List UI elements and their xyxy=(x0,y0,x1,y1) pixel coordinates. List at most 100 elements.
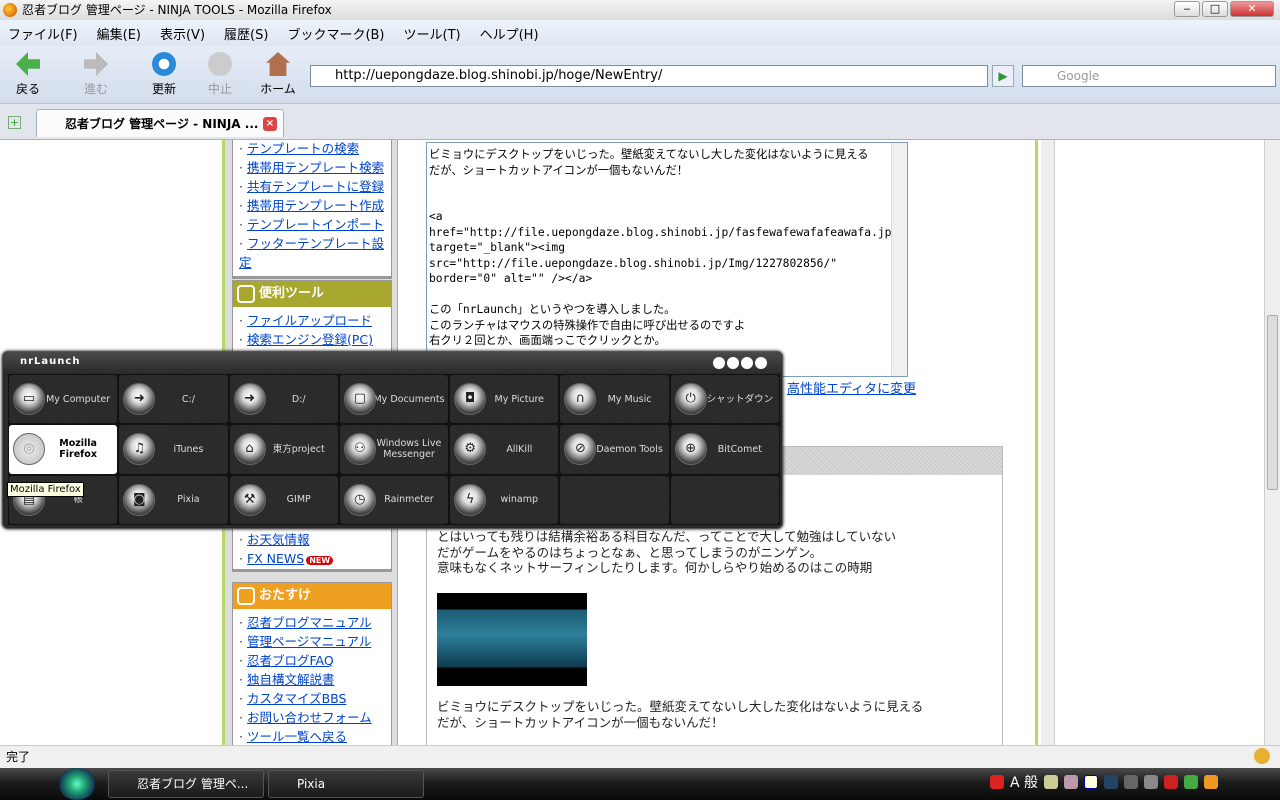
launcher-item[interactable]: ◎ Mozilla Firefox xyxy=(9,425,118,474)
network-icon[interactable] xyxy=(1124,775,1139,789)
reload-button[interactable]: 更新 xyxy=(144,52,184,97)
sidebar-link[interactable]: ファイルアップロード xyxy=(247,313,372,328)
stop-button[interactable]: 中止 xyxy=(200,52,240,97)
new-badge: NEW xyxy=(306,556,334,565)
preview-line: 意味もなくネットサーフィンしたりします。何かしらやり始めるのはこの時期 xyxy=(437,560,873,575)
sidebar-link[interactable]: 携帯用テンプレート作成 xyxy=(247,198,384,213)
launcher-item[interactable]: ➜ C:/ xyxy=(119,375,228,424)
new-tab-icon[interactable]: + xyxy=(8,116,21,129)
launcher-item[interactable]: ⌂ 東方project xyxy=(229,425,338,474)
launcher-item-label: シャットダウン xyxy=(706,393,774,405)
sidebar-link[interactable]: カスタマイズBBS xyxy=(247,691,347,706)
tray-app-icon[interactable] xyxy=(1064,775,1079,789)
tray-app-icon[interactable] xyxy=(1204,775,1219,789)
scroll-thumb[interactable] xyxy=(1267,315,1278,490)
url-bar[interactable]: http://uepongdaze.blog.shinobi.jp/hoge/N… xyxy=(310,65,988,87)
help-title: おたすけ xyxy=(259,588,312,603)
camera-icon: ◘ xyxy=(454,383,487,416)
menu-edit[interactable]: 編集(E) xyxy=(97,24,141,43)
sidebar-link[interactable]: 忍者ブログFAQ xyxy=(247,653,334,668)
sidebar-link[interactable]: お天気情報 xyxy=(247,532,310,547)
sidebar-link[interactable]: 忍者ブログマニュアル xyxy=(247,615,372,630)
preview-line: だが、ショートカットアイコンが一個もないんだ！ xyxy=(437,714,724,730)
launcher-item[interactable]: ⊘ Daemon Tools xyxy=(560,425,669,474)
launcher-item[interactable]: ◙ Pixia xyxy=(119,475,228,524)
menu-help[interactable]: ヘルプ(H) xyxy=(480,24,539,43)
launcher-item[interactable]: ◘ My Picture xyxy=(450,375,559,424)
sidebar-link[interactable]: お問い合わせフォーム xyxy=(247,710,372,725)
disc-icon: ⊘ xyxy=(564,433,597,466)
launcher-item[interactable]: ⚙ AllKill xyxy=(450,425,559,474)
launcher-item[interactable]: ϟ winamp xyxy=(450,475,559,524)
launcher-item[interactable]: ♫ iTunes xyxy=(119,425,228,474)
people-icon: ⚇ xyxy=(343,433,376,466)
launcher-item[interactable]: ⚇ Windows Live Messenger xyxy=(339,425,449,474)
help-icon[interactable] xyxy=(1084,775,1099,789)
minimize-button[interactable]: ‒ xyxy=(1174,1,1200,17)
launcher-dot-icon[interactable] xyxy=(741,357,753,369)
volume-icon[interactable] xyxy=(1144,775,1159,789)
tools-title: 便利ツール xyxy=(259,286,325,301)
launcher-item[interactable]: ⊕ BitComet xyxy=(670,425,779,474)
sidebar-link[interactable]: ツール一覧へ戻る xyxy=(247,729,347,744)
help-header: おたすけ xyxy=(233,583,391,609)
sidebar-link[interactable]: 管理ページマニュアル xyxy=(247,634,371,649)
status-icon[interactable] xyxy=(1254,748,1270,764)
close-button[interactable]: ✕ xyxy=(1230,1,1274,17)
sidebar-link[interactable]: 共有テンプレートに登録 xyxy=(247,179,384,194)
menu-tools[interactable]: ツール(T) xyxy=(404,24,461,43)
launcher-item-label: Windows Live Messenger xyxy=(376,438,442,461)
folder-icon: ▢ xyxy=(343,383,376,416)
tab-close-icon[interactable]: × xyxy=(263,117,277,131)
launcher-item[interactable]: ∩ My Music xyxy=(560,375,669,424)
messenger-icon[interactable] xyxy=(1184,775,1199,789)
sidebar-link[interactable]: 携帯用テンプレート検索 xyxy=(247,160,384,175)
entry-textarea[interactable]: ビミョウにデスクトップをいじった。壁紙変えてないし大した変化はないように見える … xyxy=(426,142,908,377)
ime-indicator[interactable]: A 般 xyxy=(1010,772,1038,792)
forward-button[interactable]: 進む xyxy=(76,52,116,97)
launcher-item[interactable]: ➜ D:/ xyxy=(229,375,338,424)
launcher-item-label: Pixia xyxy=(177,494,200,506)
toolbox-icon xyxy=(237,285,255,303)
sidebar-link[interactable]: 独自構文解説書 xyxy=(247,672,335,687)
search-input[interactable]: Google xyxy=(1022,65,1276,87)
tray-app-icon[interactable] xyxy=(990,775,1004,789)
taskbar-item-firefox[interactable]: 忍者ブログ 管理ペ... xyxy=(108,770,264,798)
tray-app-icon[interactable] xyxy=(1104,775,1119,789)
tray-app-icon[interactable] xyxy=(1044,775,1059,789)
launcher-dot-icon[interactable] xyxy=(755,357,767,369)
sidebar-link[interactable]: テンプレートの検索 xyxy=(247,141,359,156)
sidebar-link[interactable]: フッターテンプレート設定 xyxy=(239,236,384,270)
sidebar-link[interactable]: FX NEWS xyxy=(247,551,304,566)
menu-file[interactable]: ファイル(F) xyxy=(8,24,78,43)
taskbar-item-pixia[interactable]: Pixia xyxy=(268,770,424,798)
tab-active[interactable]: 忍者ブログ 管理ページ - NINJA ... × xyxy=(36,109,284,137)
sidebar-link[interactable]: テンプレートインポート xyxy=(247,217,384,232)
launcher-empty-slot xyxy=(560,475,669,524)
home-button[interactable]: ホーム xyxy=(258,52,298,97)
launcher-item[interactable]: ▭ My Computer xyxy=(9,375,118,424)
back-button[interactable]: 戻る xyxy=(8,52,48,97)
switch-editor-link[interactable]: 高性能エディタに変更 xyxy=(787,378,916,397)
start-button[interactable] xyxy=(58,768,96,800)
maximize-button[interactable]: □ xyxy=(1202,1,1228,17)
flag-icon[interactable] xyxy=(1164,775,1179,789)
menu-bookmarks[interactable]: ブックマーク(B) xyxy=(287,24,384,43)
textarea-scrollbar[interactable] xyxy=(891,143,907,376)
launcher-item[interactable]: ◷ Rainmeter xyxy=(339,475,449,524)
launcher-item[interactable]: ▢ My Documents xyxy=(339,375,449,424)
launcher-item[interactable]: ⏻ シャットダウン xyxy=(670,375,779,424)
launcher-dot-icon[interactable] xyxy=(727,357,739,369)
launcher-dot-icon[interactable] xyxy=(713,357,725,369)
sidebar-link[interactable]: 検索エンジン登録(PC) xyxy=(247,332,373,347)
headphones-icon: ∩ xyxy=(564,383,597,416)
book-icon xyxy=(237,587,255,605)
go-button[interactable]: ▶ xyxy=(992,65,1014,87)
desktop-screenshot-image[interactable] xyxy=(437,593,587,686)
launcher-item[interactable]: ⚒ GIMP xyxy=(229,475,338,524)
page-scrollbar[interactable] xyxy=(1264,140,1280,745)
launcher-grid: ▭ My Computer ➜ C:/➜ D:/▢ My Documents ◘ My Pic… xyxy=(8,374,780,525)
menu-view[interactable]: 表示(V) xyxy=(160,24,205,43)
taskbar: 忍者ブログ 管理ペ... Pixia A 般 xyxy=(0,768,1280,800)
menu-history[interactable]: 履歴(S) xyxy=(224,24,268,43)
